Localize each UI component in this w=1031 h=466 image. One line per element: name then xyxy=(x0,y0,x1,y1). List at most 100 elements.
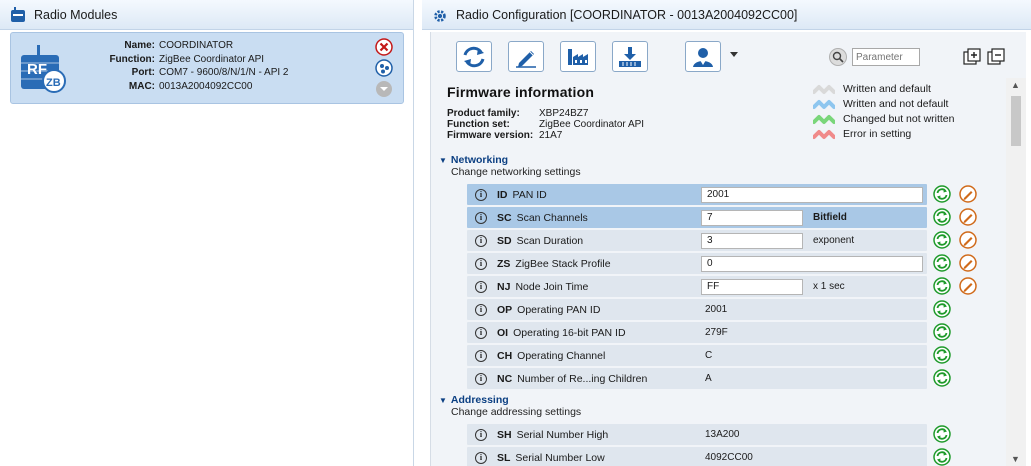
refresh-button[interactable] xyxy=(933,300,951,318)
legend-item: Error in setting xyxy=(813,127,955,142)
info-icon[interactable]: i xyxy=(475,451,487,464)
param-name: Serial Number High xyxy=(516,428,609,441)
configuration-toolbar xyxy=(431,32,1027,78)
write-button[interactable] xyxy=(508,41,544,72)
param-value-input[interactable]: FF xyxy=(701,278,803,295)
param-row-ch[interactable]: i CH Operating Channel C xyxy=(467,345,951,366)
param-row-sc[interactable]: i SC Scan Channels 7 Bitfield xyxy=(467,207,977,228)
refresh-icon xyxy=(933,231,951,249)
radio-modules-header: Radio Modules xyxy=(0,0,413,30)
param-name: Number of Re...ing Children xyxy=(517,372,648,385)
param-code: SD xyxy=(497,234,512,247)
name-key: Name: xyxy=(124,40,155,51)
info-icon[interactable]: i xyxy=(475,211,487,224)
info-icon[interactable]: i xyxy=(475,303,487,316)
refresh-icon xyxy=(933,425,951,443)
refresh-button[interactable] xyxy=(933,448,951,466)
collapse-all-button[interactable] xyxy=(987,48,1005,66)
param-row-nc[interactable]: i NC Number of Re...ing Children A xyxy=(467,368,951,389)
info-icon[interactable]: i xyxy=(475,428,487,441)
factory-icon xyxy=(568,48,588,65)
write-param-button[interactable] xyxy=(959,277,977,295)
info-icon[interactable]: i xyxy=(475,257,487,270)
param-name: Scan Duration xyxy=(516,234,584,247)
refresh-button[interactable] xyxy=(933,323,951,341)
legend-item: Written and not default xyxy=(813,97,955,112)
param-value-input[interactable]: 7 xyxy=(701,209,803,226)
profile-dropdown-arrow[interactable] xyxy=(730,52,738,57)
parameter-search-input[interactable] xyxy=(852,48,920,66)
networking-section-header[interactable]: ▼ Networking Change networking settings xyxy=(439,154,581,178)
param-row-sd[interactable]: i SD Scan Duration 3 exponent xyxy=(467,230,977,251)
write-param-button[interactable] xyxy=(959,208,977,226)
module-name: COORDINATOR xyxy=(159,40,234,51)
module-mac: 0013A2004092CC00 xyxy=(159,80,253,92)
param-value-input[interactable]: 2001 xyxy=(701,186,923,203)
scroll-up-arrow[interactable]: ▲ xyxy=(1011,80,1020,90)
module-function-row: Function: ZigBee Coordinator API xyxy=(87,53,289,67)
param-row-sl[interactable]: i SL Serial Number Low 4092CC00 xyxy=(467,447,951,466)
scroll-down-arrow[interactable]: ▼ xyxy=(1011,454,1020,464)
search-icon[interactable] xyxy=(829,48,847,66)
write-param-button[interactable] xyxy=(959,231,977,249)
info-icon[interactable]: i xyxy=(475,349,487,362)
expand-all-icon xyxy=(963,48,981,65)
param-name: Node Join Time xyxy=(515,280,589,293)
param-row-op[interactable]: i OP Operating PAN ID 2001 xyxy=(467,299,951,320)
info-icon[interactable]: i xyxy=(475,372,487,385)
param-row-sh[interactable]: i SH Serial Number High 13A200 xyxy=(467,424,951,445)
discover-nodes-button[interactable] xyxy=(375,59,393,77)
legend-item: Changed but not written xyxy=(813,112,955,127)
refresh-button[interactable] xyxy=(933,208,951,226)
refresh-icon xyxy=(933,323,951,341)
param-value-input[interactable]: 3 xyxy=(701,232,803,249)
param-row-zs[interactable]: i ZS ZigBee Stack Profile 0 xyxy=(467,253,977,274)
legend-swatch-icon xyxy=(813,130,835,139)
refresh-button[interactable] xyxy=(933,185,951,203)
scroll-thumb[interactable] xyxy=(1011,96,1021,146)
firmware-version-value: 21A7 xyxy=(539,130,563,141)
profile-icon xyxy=(693,47,713,67)
radio-modules-title: Radio Modules xyxy=(34,7,118,22)
profile-button[interactable] xyxy=(685,41,721,72)
info-icon[interactable]: i xyxy=(475,234,487,247)
expand-module-button[interactable] xyxy=(375,80,393,98)
refresh-icon xyxy=(933,448,951,466)
networking-title: ▼ Networking xyxy=(439,154,509,166)
settings-scroll-area[interactable]: Firmware information Product family: XBP… xyxy=(431,78,1005,466)
gear-icon xyxy=(432,7,448,23)
module-card[interactable]: RF ZB Name: COORDINATOR Function: ZigBee… xyxy=(10,32,404,104)
module-port-row: Port: COM7 - 9600/8/N/1/N - API 2 xyxy=(87,66,289,80)
param-value: 4092CC00 xyxy=(705,452,753,463)
info-icon[interactable]: i xyxy=(475,188,487,201)
refresh-button[interactable] xyxy=(933,254,951,272)
param-value-input[interactable]: 0 xyxy=(701,255,923,272)
expand-all-button[interactable] xyxy=(963,48,981,66)
addressing-section-header[interactable]: ▼ Addressing Change addressing settings xyxy=(439,394,581,418)
collapse-triangle-icon: ▼ xyxy=(439,156,447,165)
refresh-button[interactable] xyxy=(933,231,951,249)
param-code: CH xyxy=(497,349,513,362)
refresh-button[interactable] xyxy=(933,425,951,443)
info-icon[interactable]: i xyxy=(475,326,487,339)
refresh-button[interactable] xyxy=(933,346,951,364)
info-icon[interactable]: i xyxy=(475,280,487,293)
update-firmware-button[interactable] xyxy=(612,41,648,72)
module-name-row: Name: COORDINATOR xyxy=(87,39,289,53)
rf-zb-logo: RF ZB xyxy=(19,43,69,95)
load-defaults-button[interactable] xyxy=(560,41,596,72)
write-param-button[interactable] xyxy=(959,254,977,272)
vertical-scrollbar[interactable]: ▲ ▼ xyxy=(1006,78,1026,466)
port-key: Port: xyxy=(131,67,155,78)
write-param-button[interactable] xyxy=(959,185,977,203)
param-row-id[interactable]: i ID PAN ID 2001 xyxy=(467,184,977,205)
refresh-button[interactable] xyxy=(933,277,951,295)
read-button[interactable] xyxy=(456,41,492,72)
param-code: SC xyxy=(497,211,512,224)
param-row-oi[interactable]: i OI Operating 16-bit PAN ID 279F xyxy=(467,322,951,343)
refresh-icon xyxy=(933,369,951,387)
remove-module-button[interactable] xyxy=(375,38,393,56)
refresh-button[interactable] xyxy=(933,369,951,387)
param-row-nj[interactable]: i NJ Node Join Time FF x 1 sec xyxy=(467,276,977,297)
refresh-icon xyxy=(933,185,951,203)
